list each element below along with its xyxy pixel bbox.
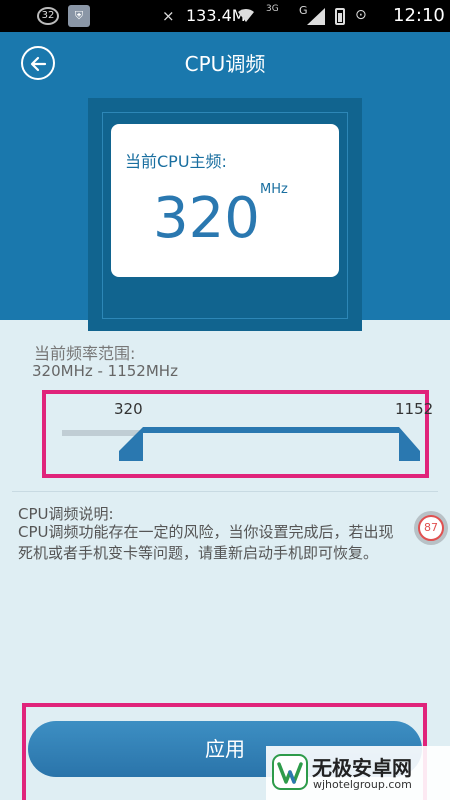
divider [12,491,438,492]
frequency-range-label: 当前频率范围: [34,344,136,363]
chip-panel: 当前CPU主频: 320 MHz [88,98,362,331]
header: CPU调频 当前CPU主频: 320 MHz [0,32,450,331]
notification-badge-icon: 32 [37,7,59,25]
frequency-range-value: 320MHz - 1152MHz [32,362,178,380]
page-title: CPU调频 [184,52,266,76]
watermark-url: wjhotelgroup.com [313,778,412,791]
mute-icon: ⨯ [162,7,175,25]
current-frequency-card: 当前CPU主频: 320 MHz [111,124,339,277]
clock: 12:10 [393,5,445,26]
watermark-name: 无极安卓网 [312,756,412,780]
network-type: 3G [266,4,279,14]
frequency-range-slider[interactable]: 320 1152 [42,390,433,478]
alarm-icon: ⊙ [355,7,367,23]
wifi-icon [238,8,254,22]
floating-score-widget[interactable]: 87 [414,511,448,545]
description-body: CPU调频功能存在一定的风险，当你设置完成后，若出现死机或者手机变卡等问题，请重… [18,523,394,562]
watermark-logo-icon [272,754,308,790]
shield-icon: ⛨ [68,5,90,27]
current-frequency-value: 320 [153,186,260,251]
score-value: 87 [418,515,444,541]
current-frequency-unit: MHz [260,182,288,197]
battery-icon [335,8,345,25]
slider-max-handle[interactable] [46,394,425,474]
current-frequency-label: 当前CPU主频: [125,152,227,171]
signal-icon [307,8,325,25]
description-title: CPU调频说明: [18,505,114,523]
status-bar: 32 ⛨ ⨯ 133.4M 3G G ⊙ 12:10 [0,0,450,32]
watermark: 无极安卓网 wjhotelgroup.com [266,746,450,800]
